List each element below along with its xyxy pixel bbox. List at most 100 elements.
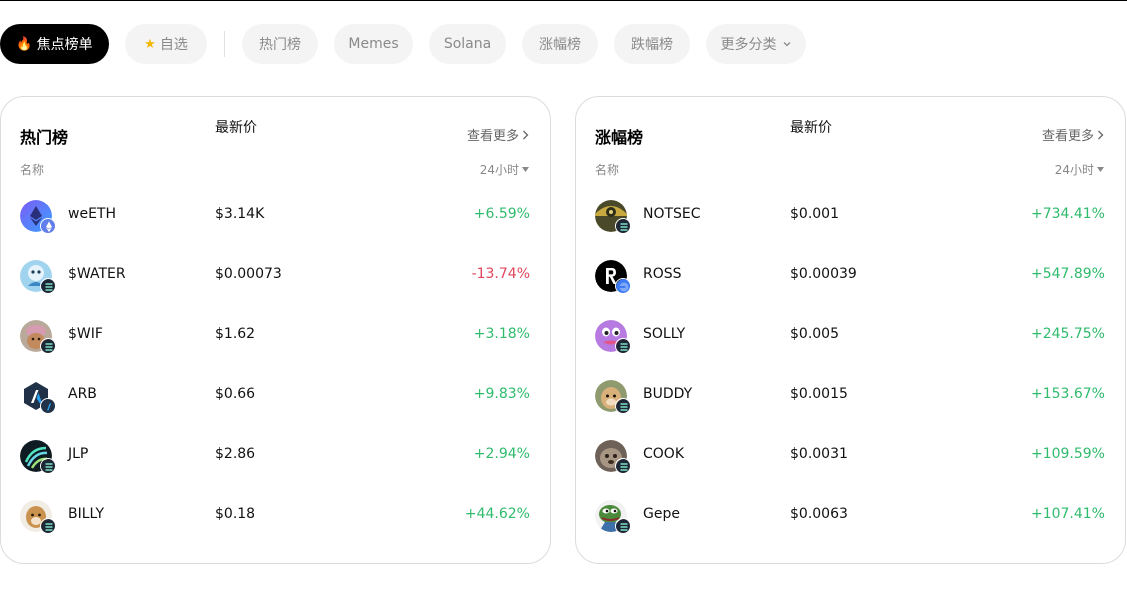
solana-icon	[615, 218, 631, 234]
tab-label: 涨幅榜	[539, 37, 581, 53]
tab-losers[interactable]: 跌幅榜	[614, 24, 690, 64]
table-row[interactable]: ARB $0.66 +9.83%	[1, 366, 550, 426]
tab-label: 跌幅榜	[631, 37, 673, 53]
token-symbol: $WIF	[68, 326, 103, 342]
table-row[interactable]: $WATER $0.00073 -13.74%	[1, 246, 550, 306]
tab-label: Memes	[348, 36, 399, 52]
star-icon: ★	[144, 36, 156, 52]
tab-label: Solana	[443, 36, 492, 52]
token-price: $0.005	[790, 326, 839, 342]
tab-gainers[interactable]: 涨幅榜	[522, 24, 598, 64]
period-label: 24小时	[479, 163, 519, 177]
token-price: $0.66	[215, 386, 256, 402]
token-price: $0.18	[215, 506, 256, 522]
price-change: +547.89%	[1030, 266, 1105, 282]
table-row[interactable]: weETH $3.14K +6.59%	[1, 186, 550, 246]
period-label: 24小时	[1054, 163, 1094, 177]
hot-list-card: 热门榜 查看更多 名称 最新价 24小时 weETH $3.14K +6.59%…	[0, 96, 551, 564]
gainers-card: 涨幅榜 查看更多 名称 最新价 24小时 NOTSEC $0.001 +734.…	[575, 96, 1126, 564]
solana-icon	[40, 518, 56, 534]
tab-label: 更多分类	[720, 37, 777, 53]
tab-divider	[224, 31, 225, 57]
token-price: $1.62	[215, 326, 256, 342]
token-symbol: $WATER	[68, 266, 126, 282]
view-more-label: 查看更多	[1041, 129, 1094, 144]
view-more-label: 查看更多	[466, 129, 519, 144]
token-price: $2.86	[215, 446, 256, 462]
tab-label: 焦点榜单	[36, 37, 93, 53]
solana-icon	[40, 458, 56, 474]
price-change: +3.18%	[473, 326, 530, 342]
top-border	[0, 0, 1127, 1]
tab-label: 自选	[159, 37, 188, 53]
token-symbol: ARB	[68, 386, 97, 402]
price-change: -13.74%	[471, 266, 530, 282]
table-row[interactable]: BUDDY $0.0015 +153.67%	[576, 366, 1125, 426]
tab-more-categories[interactable]: 更多分类	[706, 24, 806, 64]
view-more-link[interactable]: 查看更多	[1042, 125, 1104, 144]
card-title: 涨幅榜	[595, 128, 644, 147]
table-row[interactable]: NOTSEC $0.001 +734.41%	[576, 186, 1125, 246]
column-header-price: 最新价	[790, 120, 832, 136]
price-change: +9.83%	[473, 386, 530, 402]
period-selector[interactable]: 24小时	[1055, 161, 1104, 178]
token-price: $3.14K	[215, 206, 265, 222]
solana-icon	[40, 338, 56, 354]
tab-label: 热门榜	[259, 37, 301, 53]
chevron-down-icon	[783, 42, 790, 47]
caret-down-icon	[522, 167, 529, 172]
caret-down-icon	[1097, 167, 1104, 172]
solana-icon	[615, 398, 631, 414]
table-row[interactable]: BILLY $0.18 +44.62%	[1, 486, 550, 546]
token-price: $0.0063	[790, 506, 848, 522]
token-price: $0.00039	[790, 266, 857, 282]
token-price: $0.00073	[215, 266, 282, 282]
token-symbol: weETH	[68, 206, 116, 222]
column-header-price: 最新价	[215, 120, 257, 136]
token-price: $0.0031	[790, 446, 848, 462]
column-header-name: 名称	[595, 163, 620, 177]
card-title: 热门榜	[20, 128, 69, 147]
price-change: +44.62%	[464, 506, 530, 522]
token-symbol: Gepe	[643, 506, 680, 522]
ethereum-icon	[40, 218, 56, 234]
column-header-name: 名称	[20, 163, 45, 177]
token-price: $0.001	[790, 206, 839, 222]
token-symbol: ROSS	[643, 266, 682, 282]
price-change: +734.41%	[1030, 206, 1105, 222]
price-change: +245.75%	[1030, 326, 1105, 342]
tab-solana[interactable]: Solana	[429, 24, 506, 64]
token-symbol: COOK	[643, 446, 684, 462]
price-change: +6.59%	[473, 206, 530, 222]
chevron-right-icon	[1098, 130, 1104, 139]
solana-icon	[615, 518, 631, 534]
solana-icon	[40, 278, 56, 294]
table-row[interactable]: $WIF $1.62 +3.18%	[1, 306, 550, 366]
price-change: +107.41%	[1030, 506, 1105, 522]
token-price: $0.0015	[790, 386, 848, 402]
token-symbol: BUDDY	[643, 386, 693, 402]
tab-hot[interactable]: 热门榜	[242, 24, 318, 64]
table-row[interactable]: SOLLY $0.005 +245.75%	[576, 306, 1125, 366]
tab-watchlist[interactable]: ★ 自选	[125, 24, 207, 64]
solana-icon	[615, 458, 631, 474]
price-change: +2.94%	[473, 446, 530, 462]
tab-memes[interactable]: Memes	[334, 24, 413, 64]
price-change: +153.67%	[1030, 386, 1105, 402]
price-change: +109.59%	[1030, 446, 1105, 462]
chevron-right-icon	[523, 130, 529, 139]
tab-focus-lists[interactable]: 🔥 焦点榜单	[0, 24, 109, 64]
base-icon	[615, 278, 631, 294]
view-more-link[interactable]: 查看更多	[467, 125, 529, 144]
table-row[interactable]: ROSS $0.00039 +547.89%	[576, 246, 1125, 306]
category-tabs: 🔥 焦点榜单 ★ 自选 热门榜 Memes Solana 涨幅榜 跌幅榜 更多分…	[0, 24, 1127, 64]
period-selector[interactable]: 24小时	[480, 161, 529, 178]
fire-icon: 🔥	[16, 36, 33, 52]
token-symbol: BILLY	[68, 506, 105, 522]
token-symbol: SOLLY	[643, 326, 686, 342]
token-symbol: JLP	[68, 446, 89, 462]
table-row[interactable]: JLP $2.86 +2.94%	[1, 426, 550, 486]
table-row[interactable]: Gepe $0.0063 +107.41%	[576, 486, 1125, 546]
solana-icon	[615, 338, 631, 354]
table-row[interactable]: COOK $0.0031 +109.59%	[576, 426, 1125, 486]
